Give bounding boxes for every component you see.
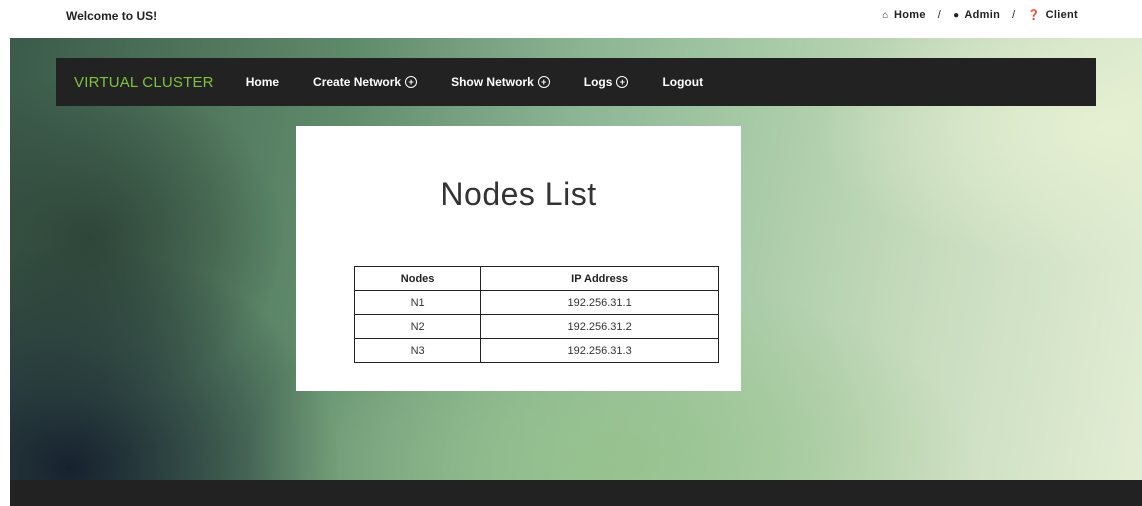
table-row: N2 192.256.31.2: [353, 314, 719, 339]
node-cell: N3: [353, 338, 482, 363]
top-link-home[interactable]: ⌂ Home: [882, 9, 925, 21]
welcome-text: Welcome to US!: [66, 9, 158, 23]
top-link-client-label: Client: [1045, 9, 1078, 21]
ip-cell: 192.256.31.2: [480, 314, 719, 339]
top-bar: Welcome to US! ⌂ Home / ● Admin / ❓ Clie…: [0, 0, 1142, 38]
nav-logs[interactable]: Logs +: [584, 75, 629, 89]
breadcrumb-separator: /: [1012, 9, 1016, 21]
nav-home-label: Home: [245, 75, 280, 89]
top-link-home-label: Home: [894, 9, 926, 21]
node-cell: N2: [353, 314, 482, 339]
top-link-admin-label: Admin: [964, 9, 1001, 21]
nav-show-network[interactable]: Show Network +: [451, 75, 550, 89]
table-header-row: Nodes IP Address: [353, 266, 719, 291]
nodes-table: Nodes IP Address N1 192.256.31.1 N2 192.…: [353, 266, 719, 363]
nav-create-network-label: Create Network: [313, 75, 402, 89]
footer-bar: [10, 480, 1142, 506]
plus-circle-icon: +: [405, 76, 418, 88]
question-icon: ❓: [1027, 10, 1041, 21]
nav-logout-label: Logout: [662, 75, 704, 89]
nodes-panel: Nodes List Nodes IP Address N1 192.256.3…: [296, 126, 741, 391]
home-icon: ⌂: [882, 10, 889, 21]
comments-icon: ●: [953, 10, 960, 21]
top-link-admin[interactable]: ● Admin: [953, 9, 1000, 21]
ip-cell: 192.256.31.3: [480, 338, 719, 363]
node-cell: N1: [353, 290, 482, 315]
breadcrumb-separator: /: [937, 9, 942, 21]
brand-logo[interactable]: VIRTUAL CLUSTER: [74, 74, 214, 91]
ip-cell: 192.256.31.1: [480, 290, 719, 315]
page-title: Nodes List: [440, 176, 597, 212]
nav-show-network-label: Show Network: [451, 75, 534, 89]
table-row: N1 192.256.31.1: [353, 290, 719, 315]
nav-logs-label: Logs: [583, 75, 613, 89]
plus-circle-icon: +: [537, 76, 550, 88]
navbar: VIRTUAL CLUSTER Home Create Network + Sh…: [56, 58, 1096, 106]
plus-circle-icon: +: [616, 76, 629, 88]
top-links: ⌂ Home / ● Admin / ❓ Client: [882, 9, 1078, 21]
column-header-ip-address: IP Address: [480, 266, 719, 291]
table-row: N3 192.256.31.3: [353, 338, 719, 363]
nav-home[interactable]: Home: [246, 75, 279, 89]
nav-create-network[interactable]: Create Network +: [313, 75, 418, 89]
nav-logout[interactable]: Logout: [662, 75, 703, 89]
column-header-nodes: Nodes: [353, 266, 482, 291]
top-link-client[interactable]: ❓ Client: [1028, 9, 1078, 21]
